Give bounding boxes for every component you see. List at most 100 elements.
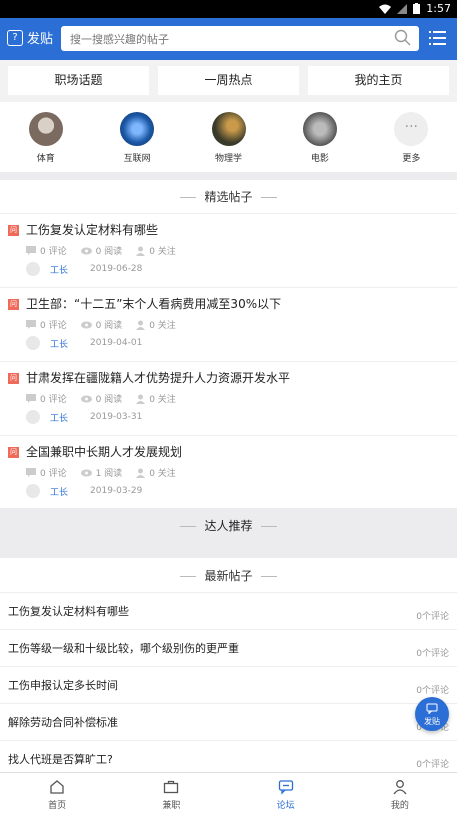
person-icon — [136, 468, 146, 478]
category-label: 更多 — [402, 154, 421, 164]
featured-title: 精选帖子 — [204, 190, 253, 204]
comment-count: 0个评论 — [416, 686, 449, 696]
question-icon: ? — [7, 29, 23, 46]
read-count: 1 阅读 — [80, 466, 122, 479]
post-date: 2019-03-31 — [90, 412, 143, 422]
post-author: 工长 2019-04-01 — [26, 336, 142, 350]
list-item[interactable]: 解除劳动合同补偿标准0个评论 — [0, 703, 457, 740]
latest-post-title: 解除劳动合同补偿标准 — [8, 716, 118, 729]
latest-post-title: 找人代班是否算旷工? — [8, 753, 113, 766]
author-name[interactable]: 工长 — [50, 263, 68, 276]
bottom-nav: 首页 兼职 论坛 我的 — [0, 772, 457, 814]
question-badge: 问 — [8, 225, 19, 236]
menu-icon[interactable] — [429, 30, 446, 46]
nav-home[interactable]: 首页 — [0, 773, 114, 814]
tab-workplace-topics[interactable]: 职场话题 — [8, 66, 149, 95]
top-bar: ? 发贴 搜一搜感兴趣的帖子 — [0, 18, 457, 60]
avatar — [26, 336, 40, 350]
person-icon — [136, 394, 146, 404]
post-title: 甘肃发挥在疆陇籍人才优势提升人力资源开发水平 — [26, 371, 291, 385]
featured-posts: 问 工伤复发认定材料有哪些 0 评论 0 阅读 0 关注 工长 2019-06-… — [0, 213, 457, 509]
nav-label: 论坛 — [276, 801, 295, 811]
category-label: 电影 — [310, 154, 329, 164]
latest-post-title: 工伤复发认定材料有哪些 — [8, 605, 129, 618]
nav-part-time[interactable]: 兼职 — [114, 773, 228, 814]
nav-forum[interactable]: 论坛 — [229, 773, 343, 814]
featured-post[interactable]: 问 全国兼职中长期人才发展规划 0 评论 1 阅读 0 关注 工长 2019-0… — [0, 435, 457, 509]
home-icon — [50, 780, 64, 794]
list-item[interactable]: 工伤等级一级和十级比较，哪个级别伤的更严重 0个评论 — [0, 629, 457, 666]
latest-post-title: 工伤等级一级和十级比较，哪个级别伤的更严重 — [8, 642, 239, 655]
featured-post[interactable]: 问 卫生部：“十二五”末个人看病费用减至30%以下 0 评论 0 阅读 0 关注… — [0, 287, 457, 361]
post-meta: 0 评论 0 阅读 0 关注 — [26, 318, 176, 331]
latest-post-title: 工伤申报认定多长时间 — [8, 679, 118, 692]
question-badge: 问 — [8, 373, 19, 384]
floating-post-button[interactable]: 发贴 — [415, 697, 449, 731]
comment-icon — [26, 320, 36, 329]
post-date: 2019-06-28 — [90, 264, 143, 274]
category-label: 体育 — [36, 154, 55, 164]
more-icon: ··· — [394, 112, 429, 146]
list-item[interactable]: 工伤复发认定材料有哪些 0个评论 — [0, 592, 457, 629]
topic-tabs: 职场话题 一周热点 我的主页 — [0, 60, 457, 102]
post-title: 卫生部：“十二五”末个人看病费用减至30%以下 — [26, 297, 282, 311]
post-date: 2019-03-29 — [90, 486, 143, 496]
read-count: 0 阅读 — [80, 318, 122, 331]
latest-posts: 工伤复发认定材料有哪些 0个评论 工伤等级一级和十级比较，哪个级别伤的更严重 0个评… — [0, 592, 457, 777]
clock: 1:57 — [426, 2, 451, 15]
featured-section-header: 精选帖子 — [0, 180, 457, 213]
search-input[interactable]: 搜一搜感兴趣的帖子 — [61, 26, 419, 51]
briefcase-icon — [164, 780, 179, 794]
comment-count: 0个评论 — [416, 760, 449, 770]
author-name[interactable]: 工长 — [50, 411, 68, 424]
category-label: 物理学 — [215, 154, 243, 164]
nav-label: 首页 — [48, 801, 67, 811]
category-movies[interactable]: 电影 — [274, 102, 365, 172]
comment-count: 0 评论 — [26, 318, 67, 331]
comment-count: 0 评论 — [26, 392, 67, 405]
expert-title: 达人推荐 — [204, 519, 253, 533]
nav-label: 我的 — [390, 801, 409, 811]
comment-icon — [26, 468, 36, 477]
search-icon[interactable] — [394, 29, 411, 46]
category-more[interactable]: ··· 更多 — [366, 102, 457, 172]
wifi-icon — [379, 4, 392, 14]
post-button-label: 发贴 — [27, 32, 54, 47]
comment-count: 0个评论 — [416, 649, 449, 659]
avatar — [26, 410, 40, 424]
category-sports[interactable]: 体育 — [0, 102, 91, 172]
follow-count: 0 关注 — [136, 392, 176, 405]
post-button[interactable]: ? 发贴 — [7, 28, 53, 47]
latest-title: 最新帖子 — [204, 569, 253, 583]
post-title: 工伤复发认定材料有哪些 — [26, 223, 159, 237]
category-internet[interactable]: 互联网 — [91, 102, 182, 172]
category-row: 体育 互联网 物理学 电影 ··· 更多 — [0, 102, 457, 172]
eye-icon — [80, 247, 92, 254]
nav-mine[interactable]: 我的 — [343, 773, 457, 814]
latest-section-header: 最新帖子 — [0, 558, 457, 592]
post-author: 工长 2019-03-31 — [26, 410, 142, 424]
read-count: 0 阅读 — [80, 244, 122, 257]
person-icon — [136, 320, 146, 330]
person-icon — [393, 780, 407, 795]
comment-count: 0 评论 — [26, 244, 67, 257]
divider — [0, 172, 457, 180]
post-title: 全国兼职中长期人才发展规划 — [26, 445, 183, 459]
battery-icon — [413, 3, 421, 14]
tab-weekly-hot[interactable]: 一周热点 — [158, 66, 299, 95]
comment-icon — [26, 246, 36, 255]
status-bar: 1:57 — [0, 0, 457, 18]
avatar — [26, 484, 40, 498]
tab-my-homepage[interactable]: 我的主页 — [308, 66, 449, 95]
read-count: 0 阅读 — [80, 392, 122, 405]
category-physics[interactable]: 物理学 — [183, 102, 274, 172]
featured-post[interactable]: 问 甘肃发挥在疆陇籍人才优势提升人力资源开发水平 0 评论 0 阅读 0 关注 … — [0, 361, 457, 435]
featured-post[interactable]: 问 工伤复发认定材料有哪些 0 评论 0 阅读 0 关注 工长 2019-06-… — [0, 213, 457, 287]
author-name[interactable]: 工长 — [50, 485, 68, 498]
category-avatar — [28, 112, 63, 146]
fab-label: 发贴 — [424, 717, 440, 726]
list-item[interactable]: 工伤申报认定多长时间 0个评论 — [0, 666, 457, 703]
post-meta: 0 评论 1 阅读 0 关注 — [26, 466, 176, 479]
author-name[interactable]: 工长 — [50, 337, 68, 350]
person-icon — [136, 246, 146, 256]
